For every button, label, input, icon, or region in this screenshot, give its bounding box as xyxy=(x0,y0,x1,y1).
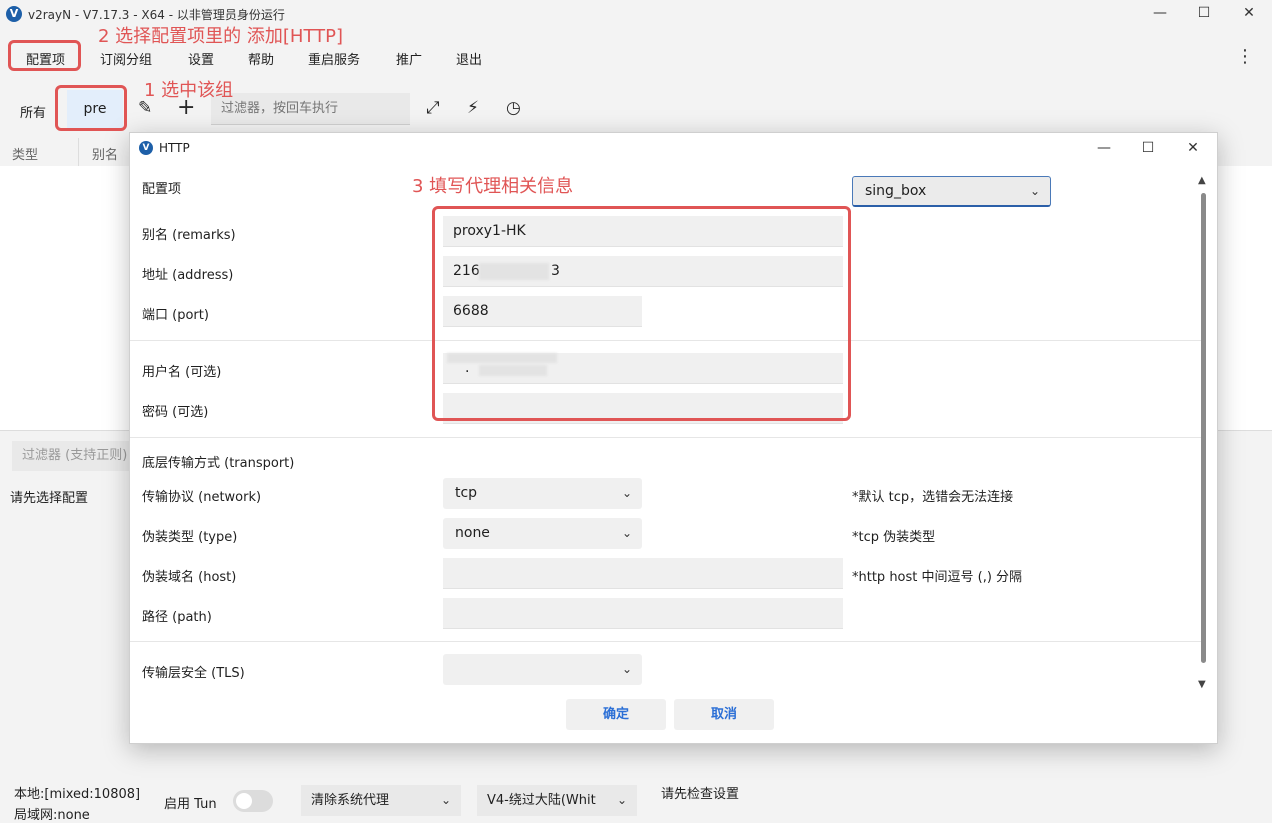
network-hint: *默认 tcp，选错会无法连接 xyxy=(852,490,1014,505)
transport-section-label: 底层传输方式 (transport) xyxy=(142,456,295,471)
window-title: v2rayN - V7.17.3 - X64 - 以非管理员身份运行 xyxy=(28,8,285,22)
core-type-value: sing_box xyxy=(865,183,927,199)
status-notice: 请先检查设置 xyxy=(661,787,740,802)
detail-placeholder: 请先选择配置 xyxy=(10,491,89,506)
annotation-box-config-menu xyxy=(8,40,81,71)
annotation-box-proxy-fields xyxy=(432,206,851,421)
minimize-button[interactable]: — xyxy=(1137,0,1183,28)
annotation-step2: 2 选择配置项里的 添加[HTTP] xyxy=(98,26,344,47)
routing-select[interactable]: V4-绕过大陆(Whit ⌄ xyxy=(477,785,637,816)
chevron-down-icon: ⌄ xyxy=(612,785,627,816)
tun-toggle-knob xyxy=(236,793,252,809)
routing-value: V4-绕过大陆(Whit xyxy=(487,793,596,808)
scrollbar-thumb[interactable] xyxy=(1201,193,1206,663)
dialog-title-bar xyxy=(130,133,1217,163)
system-proxy-value: 清除系统代理 xyxy=(311,793,390,808)
annotation-box-pre-tab xyxy=(55,85,127,131)
menu-restart-service[interactable]: 重启服务 xyxy=(308,49,360,68)
chevron-down-icon: ⌄ xyxy=(621,526,632,540)
speedtest-icon[interactable]: ◷ xyxy=(506,98,521,118)
path-input[interactable] xyxy=(443,598,843,629)
host-hint: *http host 中间逗号 (,) 分隔 xyxy=(852,570,1023,585)
dialog-title: HTTP xyxy=(159,141,190,155)
type-hint: *tcp 伪装类型 xyxy=(852,530,936,545)
maximize-button[interactable]: ☐ xyxy=(1181,0,1227,28)
cancel-button[interactable]: 取消 xyxy=(674,699,774,730)
section-divider xyxy=(130,437,1201,438)
local-port-status: 本地:[mixed:10808] xyxy=(14,787,141,802)
tls-label: 传输层安全 (TLS) xyxy=(142,666,245,681)
menu-exit[interactable]: 退出 xyxy=(456,49,482,68)
expand-icon[interactable]: ⤢ xyxy=(426,98,440,118)
host-input[interactable] xyxy=(443,558,843,589)
annotation-step3: 3 填写代理相关信息 xyxy=(412,176,574,197)
lan-status: 局域网:none xyxy=(14,808,90,823)
dialog-minimize-button[interactable]: — xyxy=(1084,136,1124,162)
column-header-type[interactable]: 类型 xyxy=(12,144,38,163)
tun-label: 启用 Tun xyxy=(164,797,217,812)
password-label: 密码 (可选) xyxy=(142,405,209,420)
dialog-maximize-button[interactable]: ☐ xyxy=(1128,136,1168,162)
menu-promote[interactable]: 推广 xyxy=(396,49,422,68)
menu-settings[interactable]: 设置 xyxy=(188,49,214,68)
tls-select[interactable]: ⌄ xyxy=(443,654,642,685)
network-value: tcp xyxy=(455,485,478,501)
type-label: 伪装类型 (type) xyxy=(142,530,238,545)
column-divider xyxy=(78,138,79,166)
speed-icon[interactable]: ⚡ xyxy=(467,98,479,118)
menu-subscription-group[interactable]: 订阅分组 xyxy=(100,49,152,68)
path-label: 路径 (path) xyxy=(142,610,212,625)
config-label: 配置项 xyxy=(142,182,182,197)
close-button[interactable]: ✕ xyxy=(1226,0,1272,28)
chevron-down-icon: ⌄ xyxy=(1029,184,1040,198)
v2rayn-logo-icon: V xyxy=(6,6,22,22)
column-header-alias[interactable]: 别名 xyxy=(92,144,118,163)
v2rayn-logo-icon: V xyxy=(139,141,153,155)
network-label: 传输协议 (network) xyxy=(142,490,262,505)
type-select[interactable]: none ⌄ xyxy=(443,518,642,549)
host-label: 伪装域名 (host) xyxy=(142,570,237,585)
address-label: 地址 (address) xyxy=(142,268,234,283)
username-label: 用户名 (可选) xyxy=(142,365,222,380)
chevron-down-icon: ⌄ xyxy=(621,662,632,676)
tab-all[interactable]: 所有 xyxy=(20,102,46,121)
log-filter-input[interactable]: 过滤器 (支持正则) xyxy=(12,441,132,471)
chevron-down-icon: ⌄ xyxy=(621,486,632,500)
system-proxy-select[interactable]: 清除系统代理 ⌄ xyxy=(301,785,461,816)
menu-help[interactable]: 帮助 xyxy=(248,49,274,68)
remarks-label: 别名 (remarks) xyxy=(142,228,236,243)
chevron-down-icon: ⌄ xyxy=(440,793,451,807)
scroll-down-icon[interactable]: ▼ xyxy=(1198,679,1206,690)
more-options-icon[interactable]: ⋮ xyxy=(1236,46,1254,67)
scroll-up-icon[interactable]: ▲ xyxy=(1198,175,1206,186)
network-select[interactable]: tcp ⌄ xyxy=(443,478,642,509)
filter-input[interactable] xyxy=(211,93,410,125)
core-type-select[interactable]: sing_box ⌄ xyxy=(852,176,1051,207)
type-value: none xyxy=(455,525,490,541)
port-label: 端口 (port) xyxy=(142,308,209,323)
annotation-step1: 1 选中该组 xyxy=(144,80,234,101)
ok-button[interactable]: 确定 xyxy=(566,699,666,730)
section-divider xyxy=(130,641,1201,642)
dialog-close-button[interactable]: ✕ xyxy=(1173,136,1213,162)
